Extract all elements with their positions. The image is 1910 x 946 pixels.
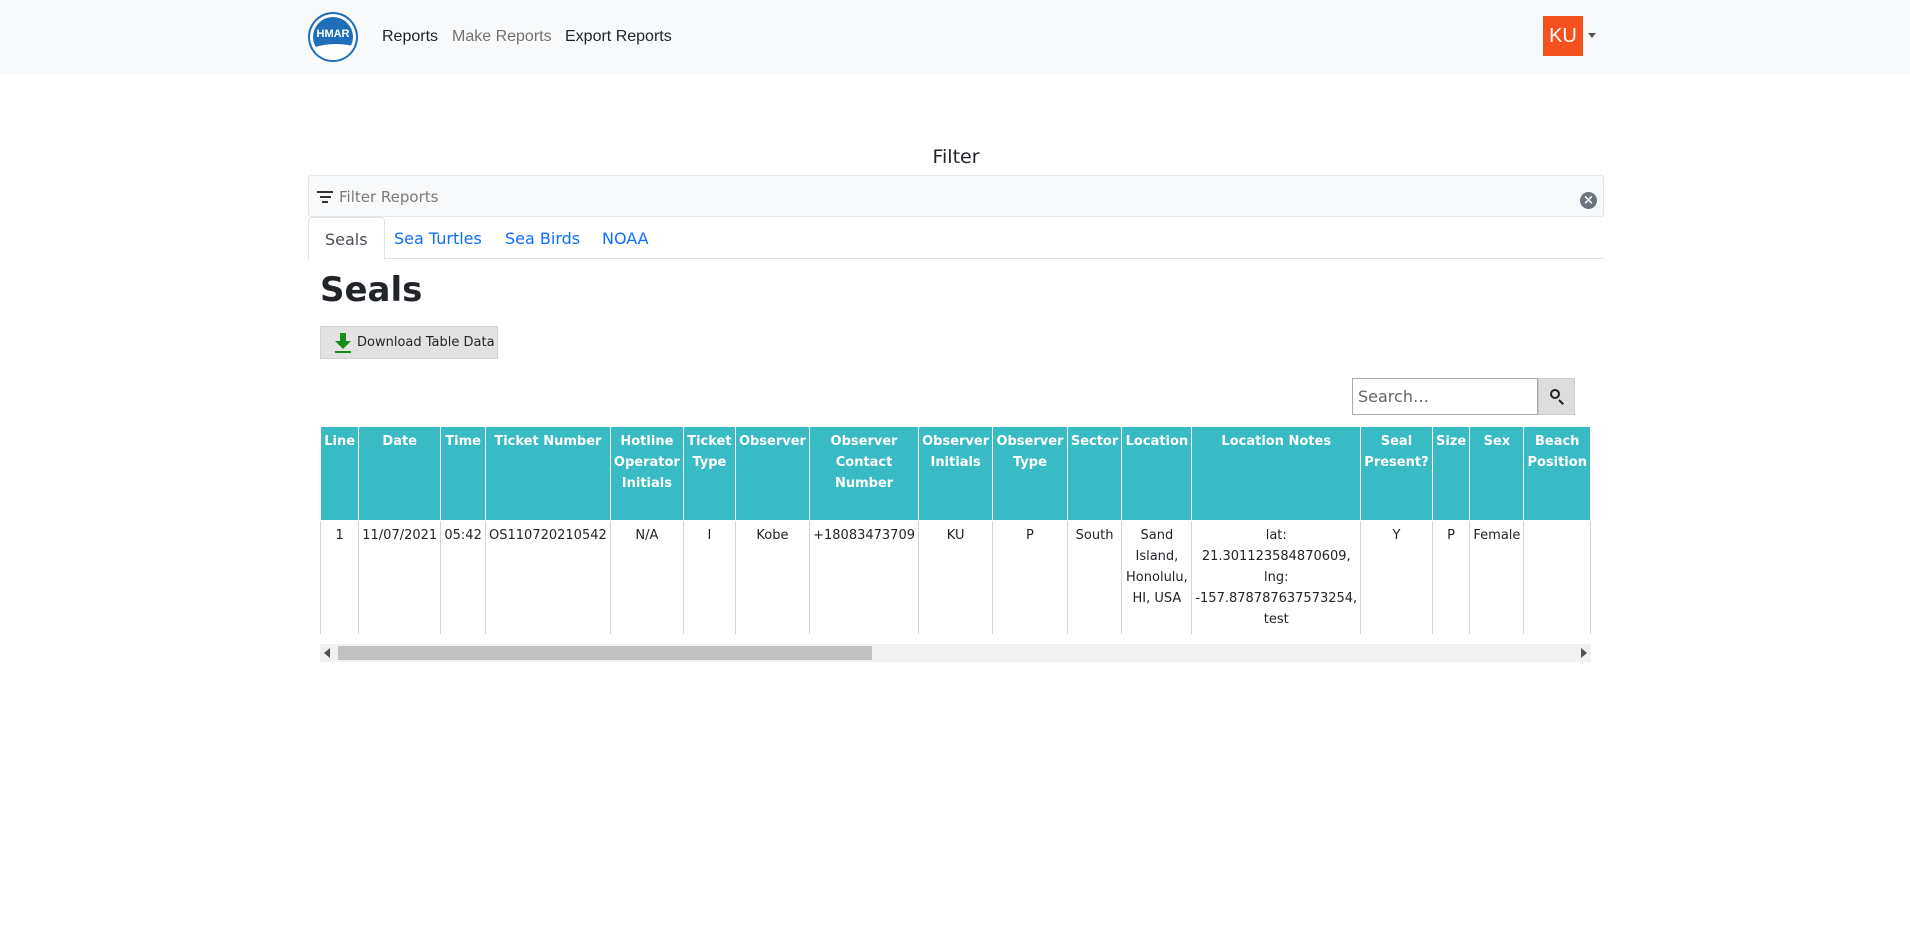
column-header[interactable]: Date (358, 426, 442, 521)
column-header[interactable]: Sector (1066, 426, 1123, 521)
chevron-down-icon[interactable] (1588, 33, 1596, 38)
table-cell: Y (1360, 520, 1433, 634)
filter-title: Filter (932, 146, 980, 168)
table-cell: P (992, 520, 1068, 634)
nav-make-reports[interactable]: Make Reports (452, 28, 552, 46)
column-header[interactable]: Observer Initials (917, 426, 994, 521)
column-header[interactable]: Sex (1469, 426, 1525, 521)
table-cell: KU (917, 520, 994, 634)
filter-bar[interactable]: Filter Reports × (308, 175, 1604, 217)
table-row[interactable]: 1 11/07/2021 05:42 OS110720210542 N/A I … (320, 520, 1591, 634)
column-header[interactable]: Location Notes (1191, 426, 1362, 521)
seals-table-container[interactable]: Line Date Time Ticket Number Hotline Ope… (320, 426, 1591, 634)
table-cell: OS110720210542 (485, 520, 611, 634)
table-cell: N/A (609, 520, 685, 634)
scrollbar-thumb[interactable] (338, 646, 872, 660)
table-cell: 11/07/2021 (358, 520, 442, 634)
search-input[interactable] (1352, 378, 1538, 415)
table-cell: lat: 21.301123584870609, lng: -157.87878… (1191, 520, 1362, 634)
column-header[interactable]: Ticket Number (485, 426, 611, 521)
column-header[interactable]: Ticket Type (683, 426, 736, 521)
table-cell: South (1066, 520, 1123, 634)
search-button[interactable] (1538, 378, 1575, 415)
table-cell: +18083473709 (809, 520, 919, 634)
navbar: HMAR Reports Make Reports Export Reports… (0, 0, 1910, 75)
nav-export-reports[interactable]: Export Reports (565, 28, 672, 46)
nav-reports[interactable]: Reports (382, 28, 438, 46)
column-header[interactable]: Seal Present? (1360, 426, 1433, 521)
logo-text: HMAR (316, 28, 350, 40)
tab-sea-birds[interactable]: Sea Birds (489, 217, 596, 259)
page-title: Seals (320, 270, 423, 310)
column-header[interactable]: Hotline Operator Initials (609, 426, 685, 521)
report-tabs: Seals Sea Turtles Sea Birds NOAA (308, 217, 1604, 260)
download-label: Download Table Data (357, 335, 495, 350)
column-header[interactable]: Location (1121, 426, 1193, 521)
scroll-left-icon[interactable] (324, 648, 330, 658)
user-avatar[interactable]: KU (1543, 16, 1583, 56)
column-header[interactable]: Observer (734, 426, 811, 521)
table-cell: P (1431, 520, 1471, 634)
download-icon (335, 332, 351, 353)
table-cell: Kobe (734, 520, 811, 634)
table-cell: Female (1469, 520, 1525, 634)
clear-icon[interactable]: × (1580, 192, 1597, 209)
seals-table: Line Date Time Ticket Number Hotline Ope… (320, 426, 1591, 634)
download-table-button[interactable]: Download Table Data (320, 326, 498, 359)
table-cell: Sand Island, Honolulu, HI, USA (1121, 520, 1193, 634)
search-icon (1550, 389, 1560, 399)
tab-sea-turtles[interactable]: Sea Turtles (378, 217, 498, 259)
filter-icon (317, 191, 333, 205)
column-header[interactable]: Size (1431, 426, 1471, 521)
table-cell: I (683, 520, 736, 634)
column-header[interactable]: Observer Type (992, 426, 1068, 521)
tab-noaa[interactable]: NOAA (586, 217, 665, 259)
table-header-row: Line Date Time Ticket Number Hotline Ope… (320, 426, 1591, 521)
column-header[interactable]: Observer Contact Number (809, 426, 919, 521)
column-header[interactable]: Time (440, 426, 487, 521)
hmar-logo[interactable]: HMAR (308, 12, 358, 62)
table-cell (1523, 520, 1591, 634)
filter-placeholder[interactable]: Filter Reports (339, 188, 438, 206)
column-header[interactable]: Beach Position (1523, 426, 1591, 521)
column-header[interactable]: Line (320, 426, 360, 521)
tab-seals[interactable]: Seals (308, 217, 385, 260)
table-cell: 1 (320, 520, 360, 634)
scroll-right-icon[interactable] (1581, 648, 1587, 658)
horizontal-scrollbar[interactable] (320, 644, 1591, 662)
table-cell: 05:42 (440, 520, 487, 634)
